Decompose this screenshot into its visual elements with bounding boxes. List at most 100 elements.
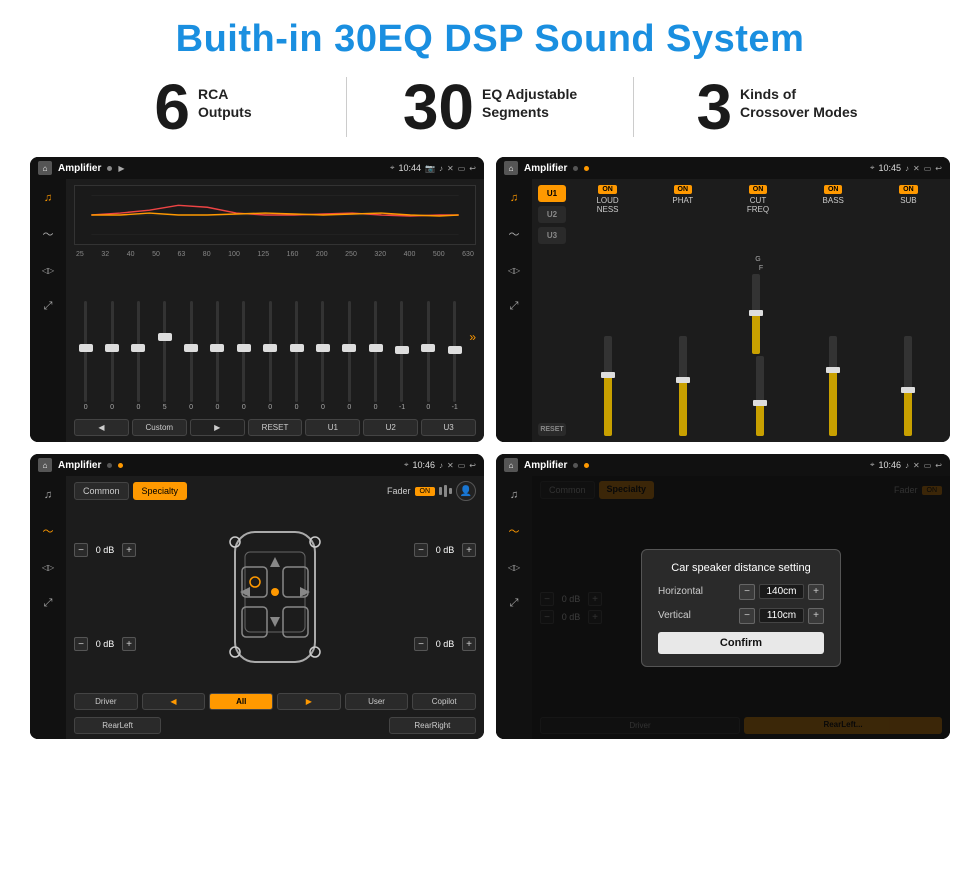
reset-btn-1[interactable]: RESET — [248, 419, 303, 436]
channel-loudness: ON LOUDNESS — [572, 185, 643, 436]
rearight-btn2-3[interactable]: RearRight — [389, 717, 476, 734]
u2-btn-1[interactable]: U2 — [363, 419, 418, 436]
rearleft-btn2-3[interactable]: RearLeft — [74, 717, 161, 734]
preset-u2[interactable]: U2 — [538, 206, 566, 223]
horizontal-minus[interactable]: − — [739, 584, 755, 600]
preset-u3[interactable]: U3 — [538, 227, 566, 244]
db-val-tl: 0 dB — [91, 545, 119, 555]
window-icon-2: ▭ — [924, 164, 932, 173]
nav-expand-4[interactable]: ⤢ — [503, 592, 525, 614]
minus-tr[interactable]: − — [414, 543, 428, 557]
eq-slider-10[interactable]: 0 — [338, 301, 361, 411]
cutfreq-on[interactable]: ON — [749, 185, 768, 194]
spk-top-row: Common Specialty Fader ON 👤 — [74, 481, 476, 501]
u1-btn-1[interactable]: U1 — [305, 419, 360, 436]
eq-slider-1[interactable]: 0 — [100, 301, 123, 411]
u3-btn-1[interactable]: U3 — [421, 419, 476, 436]
eq-slider-2[interactable]: 0 — [127, 301, 150, 411]
driver-btn-3[interactable]: Driver — [74, 693, 138, 710]
nav-eq-3[interactable]: ♫ — [37, 484, 59, 506]
plus-tr[interactable]: + — [462, 543, 476, 557]
amp2-main: U1 U2 U3 RESET ON LOUDNESS — [532, 179, 950, 442]
confirm-button[interactable]: Confirm — [658, 632, 824, 654]
stat-crossover: 3 Kinds ofCrossover Modes — [644, 75, 910, 139]
eq-slider-6[interactable]: 0 — [232, 301, 255, 411]
minus-tl[interactable]: − — [74, 543, 88, 557]
eq-more-arrow[interactable]: » — [469, 330, 476, 344]
vertical-minus[interactable]: − — [739, 608, 755, 624]
right-arrow-3[interactable]: ▶ — [306, 697, 312, 706]
nav-wave-4[interactable]: 〜 — [503, 520, 525, 542]
sub-on[interactable]: ON — [899, 185, 918, 194]
vol-icon-4: ♪ — [905, 461, 909, 470]
eq-slider-14[interactable]: -1 — [443, 301, 466, 411]
eq-slider-4[interactable]: 0 — [179, 301, 202, 411]
cutfreq-slider[interactable]: G F — [752, 216, 764, 436]
next-preset-btn[interactable]: ▶ — [190, 419, 245, 436]
preset-u1[interactable]: U1 — [538, 185, 566, 202]
loudness-slider[interactable] — [604, 216, 612, 436]
minus-bl[interactable]: − — [74, 637, 88, 651]
nav-eq-1[interactable]: ♫ — [37, 187, 59, 209]
eq-slider-9[interactable]: 0 — [311, 301, 334, 411]
nav-vol-1[interactable]: ◁▷ — [37, 259, 59, 281]
status-time-1: 10:44 — [399, 163, 422, 173]
bass-on[interactable]: ON — [824, 185, 843, 194]
status-bar-left-2: ⌂ Amplifier — [504, 161, 589, 175]
phat-slider[interactable] — [679, 207, 687, 436]
bass-slider[interactable] — [829, 207, 837, 436]
status-time-4: 10:46 — [879, 460, 902, 470]
home-icon-4[interactable]: ⌂ — [504, 458, 518, 472]
nav-wave-3[interactable]: 〜 — [37, 520, 59, 542]
vol-icon-3: ♪ — [439, 461, 443, 470]
status-dot-2a — [573, 166, 578, 171]
eq-slider-5[interactable]: 0 — [206, 301, 229, 411]
rearleft-label-3: ▶ — [277, 693, 341, 710]
eq-slider-8[interactable]: 0 — [285, 301, 308, 411]
eq-slider-3[interactable]: 5 — [153, 301, 176, 411]
minus-br[interactable]: − — [414, 637, 428, 651]
nav-expand-3[interactable]: ⤢ — [37, 592, 59, 614]
sub-slider[interactable] — [904, 207, 912, 436]
tab-specialty-3[interactable]: Specialty — [133, 482, 188, 500]
copilot-btn-3[interactable]: Copilot — [412, 693, 476, 710]
plus-br[interactable]: + — [462, 637, 476, 651]
home-icon-2[interactable]: ⌂ — [504, 161, 518, 175]
vertical-value: 110cm — [759, 608, 804, 623]
nav-vol-3[interactable]: ◁▷ — [37, 556, 59, 578]
user-icon-3[interactable]: 👤 — [456, 481, 476, 501]
nav-expand-1[interactable]: ⤢ — [37, 295, 59, 317]
home-icon-1[interactable]: ⌂ — [38, 161, 52, 175]
user-btn-3[interactable]: User — [345, 693, 409, 710]
nav-eq-2[interactable]: ♫ — [503, 187, 525, 209]
fader-on-3[interactable]: ON — [415, 487, 436, 496]
nav-vol-2[interactable]: ◁▷ — [503, 259, 525, 281]
reset-btn-2[interactable]: RESET — [538, 423, 566, 436]
eq-slider-0[interactable]: 0 — [74, 301, 97, 411]
eq-slider-12[interactable]: -1 — [390, 301, 413, 411]
nav-wave-1[interactable]: 〜 — [37, 223, 59, 245]
eq-slider-7[interactable]: 0 — [259, 301, 282, 411]
horizontal-plus[interactable]: + — [808, 584, 824, 600]
phat-on[interactable]: ON — [674, 185, 693, 194]
nav-expand-2[interactable]: ⤢ — [503, 295, 525, 317]
x-icon-4: ✕ — [913, 461, 920, 470]
status-dot-3b — [118, 463, 123, 468]
nav-vol-4[interactable]: ◁▷ — [503, 556, 525, 578]
prev-preset-btn[interactable]: ◀ — [74, 419, 129, 436]
vertical-plus[interactable]: + — [808, 608, 824, 624]
channel-phat: ON PHAT — [647, 185, 718, 436]
home-icon-3[interactable]: ⌂ — [38, 458, 52, 472]
nav-eq-4[interactable]: ♫ — [503, 484, 525, 506]
tab-common-3[interactable]: Common — [74, 482, 129, 500]
left-arrow-3[interactable]: ◀ — [170, 697, 176, 706]
loudness-on[interactable]: ON — [598, 185, 617, 194]
nav-wave-2[interactable]: 〜 — [503, 223, 525, 245]
plus-tl[interactable]: + — [122, 543, 136, 557]
screen-content-2: ♫ 〜 ◁▷ ⤢ U1 U2 U3 RESET — [496, 179, 950, 442]
plus-bl[interactable]: + — [122, 637, 136, 651]
eq-slider-13[interactable]: 0 — [417, 301, 440, 411]
eq-main-1: 2532 4050 6380 100125 160200 250320 4005… — [66, 179, 484, 442]
all-btn-3[interactable]: All — [209, 693, 273, 710]
eq-slider-11[interactable]: 0 — [364, 301, 387, 411]
